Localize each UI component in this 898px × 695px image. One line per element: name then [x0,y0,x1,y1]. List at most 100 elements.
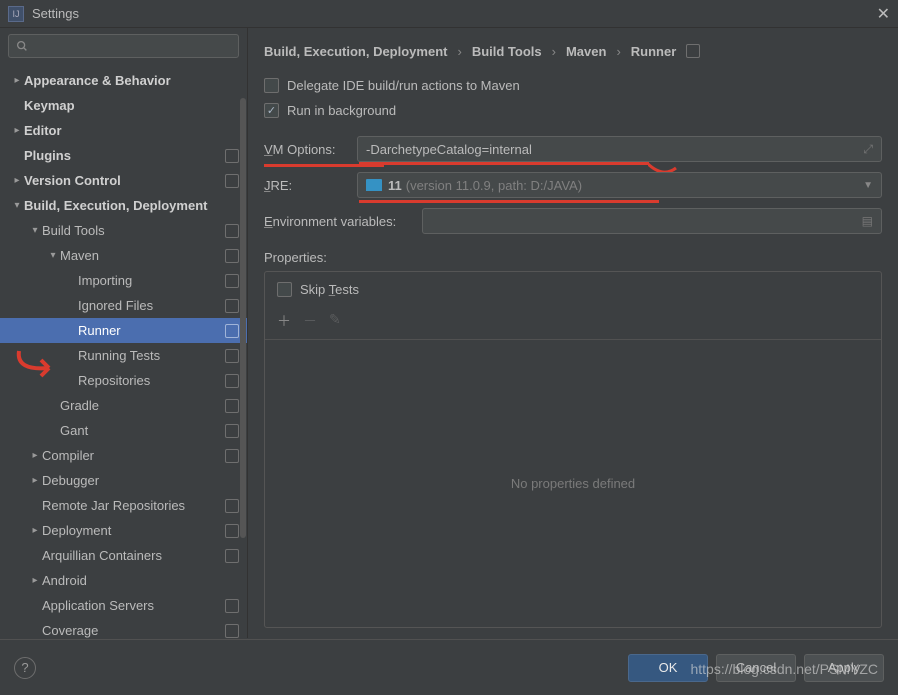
tree-arrow-icon: ▸ [28,575,42,586]
jre-dropdown[interactable]: 11 (version 11.0.9, path: D:/JAVA) ▼ [357,172,882,198]
delegate-checkbox[interactable] [264,78,279,93]
sidebar-item-debugger[interactable]: ▸Debugger [0,468,247,493]
sidebar-item-label: Build Tools [42,223,225,238]
sidebar-item-label: Editor [24,123,239,138]
sidebar-item-label: Importing [78,273,225,288]
project-badge-icon [225,599,239,613]
sidebar-item-gant[interactable]: Gant [0,418,247,443]
close-icon[interactable]: ✕ [877,4,890,24]
annotation-underline [359,200,659,203]
sidebar-item-arquillian-containers[interactable]: Arquillian Containers [0,543,247,568]
search-icon [15,39,29,53]
sidebar-item-label: Android [42,573,239,588]
vm-options-input[interactable]: -DarchetypeCatalog=internal ⤢ [357,136,882,162]
sidebar-item-appearance-behavior[interactable]: ▸Appearance & Behavior [0,68,247,93]
tree-arrow-icon: ▸ [10,75,24,86]
project-badge-icon [225,549,239,563]
breadcrumb-part[interactable]: Build, Execution, Deployment [264,44,447,59]
project-badge-icon [225,624,239,638]
list-icon[interactable]: ▤ [862,214,873,228]
sidebar-item-editor[interactable]: ▸Editor [0,118,247,143]
ok-button[interactable]: OK [628,654,708,682]
project-badge-icon [225,399,239,413]
properties-panel: Skip Tests ＋ － ✎ No properties defined [264,271,882,628]
tree-arrow-icon: ▾ [46,250,60,261]
sidebar-item-label: Remote Jar Repositories [42,498,225,513]
footer: ? OK Cancel Apply [0,639,898,695]
scrollbar-thumb[interactable] [240,98,246,538]
sidebar-item-label: Appearance & Behavior [24,73,239,88]
edit-button[interactable]: ✎ [329,311,341,331]
sidebar-item-label: Keymap [24,98,239,113]
sidebar-item-build-tools[interactable]: ▾Build Tools [0,218,247,243]
annotation-underline [359,162,649,165]
sidebar-item-remote-jar-repositories[interactable]: Remote Jar Repositories [0,493,247,518]
tree-arrow-icon: ▸ [28,525,42,536]
project-badge-icon [225,174,239,188]
sidebar-item-running-tests[interactable]: Running Tests [0,343,247,368]
project-badge-icon [225,149,239,163]
breadcrumb-part[interactable]: Maven [566,44,606,59]
env-vars-input[interactable]: ▤ [422,208,882,234]
delegate-label: Delegate IDE build/run actions to Maven [287,78,520,93]
sidebar-item-label: Coverage [42,623,225,638]
skip-tests-label: Skip Tests [300,282,359,297]
project-badge-icon [225,524,239,538]
search-input[interactable] [8,34,239,58]
sidebar-item-label: Ignored Files [78,298,225,313]
sidebar-item-label: Gradle [60,398,225,413]
project-badge-icon [225,449,239,463]
sidebar-item-label: Version Control [24,173,225,188]
cancel-button[interactable]: Cancel [716,654,796,682]
sidebar-item-plugins[interactable]: Plugins [0,143,247,168]
breadcrumb-separator: › [457,44,461,59]
sidebar-item-deployment[interactable]: ▸Deployment [0,518,247,543]
sidebar-item-label: Maven [60,248,225,263]
project-badge-icon [225,374,239,388]
sidebar-item-label: Compiler [42,448,225,463]
remove-button[interactable]: － [303,311,317,331]
sidebar-item-label: Running Tests [78,348,225,363]
sidebar-item-android[interactable]: ▸Android [0,568,247,593]
sidebar-item-application-servers[interactable]: Application Servers [0,593,247,618]
vm-options-label: VM Options: [264,142,349,157]
sidebar-item-keymap[interactable]: Keymap [0,93,247,118]
tree-arrow-icon: ▾ [10,200,24,211]
project-badge-icon [225,499,239,513]
add-button[interactable]: ＋ [277,311,291,331]
sidebar-item-importing[interactable]: Importing [0,268,247,293]
sidebar-item-label: Application Servers [42,598,225,613]
sidebar-item-runner[interactable]: Runner [0,318,247,343]
breadcrumb-part[interactable]: Build Tools [472,44,542,59]
breadcrumb: Build, Execution, Deployment › Build Too… [264,38,882,64]
sidebar-item-build-execution-deployment[interactable]: ▾Build, Execution, Deployment [0,193,247,218]
project-badge-icon [686,44,700,58]
sidebar-item-gradle[interactable]: Gradle [0,393,247,418]
settings-tree[interactable]: ▸Appearance & BehaviorKeymap▸EditorPlugi… [0,64,247,638]
expand-icon[interactable]: ⤢ [863,142,873,157]
project-badge-icon [225,349,239,363]
sidebar-item-repositories[interactable]: Repositories [0,368,247,393]
sidebar-item-version-control[interactable]: ▸Version Control [0,168,247,193]
content-panel: Build, Execution, Deployment › Build Too… [248,28,898,638]
tree-arrow-icon: ▾ [28,225,42,236]
sidebar-item-compiler[interactable]: ▸Compiler [0,443,247,468]
project-badge-icon [225,249,239,263]
skip-tests-checkbox[interactable] [277,282,292,297]
help-button[interactable]: ? [14,657,36,679]
sidebar-item-coverage[interactable]: Coverage [0,618,247,638]
sidebar-item-label: Deployment [42,523,225,538]
breadcrumb-part[interactable]: Runner [631,44,677,59]
run-background-checkbox[interactable] [264,103,279,118]
jre-value: 11 [388,178,402,193]
sidebar-item-label: Runner [78,323,225,338]
properties-label: Properties: [264,250,882,265]
breadcrumb-separator: › [616,44,620,59]
apply-button[interactable]: Apply [804,654,884,682]
sidebar-item-ignored-files[interactable]: Ignored Files [0,293,247,318]
chevron-down-icon: ▼ [863,180,873,191]
sidebar-item-maven[interactable]: ▾Maven [0,243,247,268]
sidebar: ▸Appearance & BehaviorKeymap▸EditorPlugi… [0,28,248,638]
app-icon: IJ [8,6,24,22]
sidebar-item-label: Debugger [42,473,239,488]
